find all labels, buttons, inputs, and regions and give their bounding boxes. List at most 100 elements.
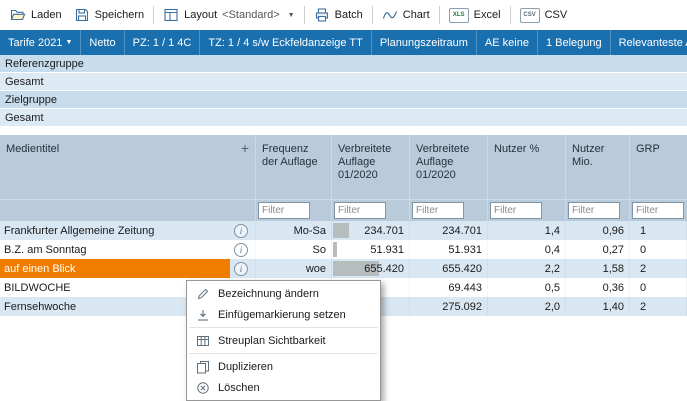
- filter-cell-grp: [630, 200, 687, 221]
- csv-file-icon: CSV: [520, 8, 540, 23]
- filter-input-nutzer-pct[interactable]: [490, 202, 542, 219]
- column-header-verbreitete-auflage-1[interactable]: Verbreitete Auflage 01/2020: [332, 135, 410, 199]
- referenzgruppe-row[interactable]: Referenzgruppe: [0, 55, 687, 73]
- open-folder-icon: [10, 7, 26, 23]
- filter-input-grp[interactable]: [632, 202, 684, 219]
- filter-input-auflage-2[interactable]: [412, 202, 464, 219]
- column-header-nutzer-mio[interactable]: Nutzer Mio.: [566, 135, 630, 199]
- filter-cell-nutzer-pct: [488, 200, 566, 221]
- referenzgruppe-value-row[interactable]: Gesamt: [0, 73, 687, 91]
- info-icon[interactable]: i: [234, 243, 248, 257]
- column-header-grp[interactable]: GRP: [630, 135, 687, 199]
- menu-item-duplizieren[interactable]: Duplizieren: [187, 356, 380, 377]
- grp-cell: 2: [630, 259, 687, 278]
- auflage-2-cell: 69.443: [410, 278, 488, 297]
- menu-item-streuplan-sichtbarkeit[interactable]: Streuplan Sichtbarkeit: [187, 330, 380, 351]
- layout-icon: [163, 7, 179, 23]
- table-row[interactable]: Frankfurter Allgemeine Zeitung i Mo-Sa 2…: [0, 221, 687, 240]
- toolbar-separator: [372, 6, 373, 24]
- toolbar-separator: [439, 6, 440, 24]
- filter-input-auflage-1[interactable]: [334, 202, 386, 219]
- nutzer-pct-cell: 0,4: [488, 240, 566, 259]
- layout-button[interactable]: Layout <Standard> ▼: [157, 4, 300, 26]
- menu-item-einfuegemarkierung-setzen[interactable]: Einfügemarkierung setzen: [187, 304, 380, 325]
- menu-item-loeschen[interactable]: Löschen: [187, 377, 380, 398]
- grp-cell: 0: [630, 278, 687, 297]
- auflage-1-cell: 51.931: [332, 240, 410, 259]
- column-header-verbreitete-auflage-2[interactable]: Verbreitete Auflage 01/2020: [410, 135, 488, 199]
- nutzer-pct-cell: 0,5: [488, 278, 566, 297]
- grp-cell: 0: [630, 240, 687, 259]
- add-column-icon[interactable]: +: [241, 143, 249, 154]
- chart-wave-icon: [382, 7, 398, 23]
- xls-file-icon: XLS: [449, 8, 469, 23]
- auflage-1-value: 51.931: [370, 244, 404, 256]
- toolbar-separator: [510, 6, 511, 24]
- auflage-1-cell: 655.420: [332, 259, 410, 278]
- info-icon[interactable]: i: [234, 262, 248, 276]
- tarife-dropdown[interactable]: Tarife 2021 ▼: [0, 30, 81, 55]
- nutzer-pct-cell: 2,2: [488, 259, 566, 278]
- netto-label: Netto: [89, 37, 115, 49]
- chart-button[interactable]: Chart: [376, 4, 436, 26]
- info-icon[interactable]: i: [234, 224, 248, 238]
- printer-icon: [314, 7, 330, 23]
- load-button[interactable]: Laden: [4, 4, 68, 26]
- menu-item-label: Streuplan Sichtbarkeit: [218, 335, 326, 347]
- menu-item-bezeichnung-aendern[interactable]: Bezeichnung ändern: [187, 283, 380, 304]
- menu-item-label: Löschen: [218, 382, 260, 394]
- chevron-down-icon[interactable]: ▼: [288, 12, 295, 19]
- zielgruppe-row[interactable]: Zielgruppe: [0, 91, 687, 109]
- auflage-2-cell: 234.701: [410, 221, 488, 240]
- nutzer-mio-cell: 0,27: [566, 240, 630, 259]
- grp-cell: 1: [630, 221, 687, 240]
- filter-cell-nutzer-mio: [566, 200, 630, 221]
- filter-input-frequenz[interactable]: [258, 202, 310, 219]
- column-header-medientitel[interactable]: Medientitel +: [0, 135, 256, 199]
- nutzer-mio-cell: 1,58: [566, 259, 630, 278]
- column-header-nutzer-pct[interactable]: Nutzer %: [488, 135, 566, 199]
- csv-export-button[interactable]: CSV CSV: [514, 5, 574, 26]
- table-row-selected[interactable]: auf einen Blick i woe 655.420 655.420 2,…: [0, 259, 687, 278]
- batch-button[interactable]: Batch: [308, 4, 369, 26]
- zielgruppe-value-row[interactable]: Gesamt: [0, 109, 687, 127]
- belegung-button[interactable]: 1 Belegung: [538, 30, 611, 55]
- save-button[interactable]: Speichern: [68, 4, 151, 26]
- netto-button[interactable]: Netto: [81, 30, 124, 55]
- auflage-2-cell: 275.092: [410, 297, 488, 316]
- relevanteste-auflage-dropdown[interactable]: Relevanteste Auflage ▼: [611, 30, 687, 55]
- zielgruppe-value: Gesamt: [5, 112, 44, 124]
- column-header-frequenz[interactable]: Frequenz der Auflage: [256, 135, 332, 199]
- nutzer-mio-cell: 1,40: [566, 297, 630, 316]
- filter-cell-frequenz: [256, 200, 332, 221]
- planungszeitraum-button[interactable]: Planungszeitraum: [372, 30, 477, 55]
- nutzer-pct-cell: 1,4: [488, 221, 566, 240]
- referenzgruppe-value: Gesamt: [5, 76, 44, 88]
- excel-export-button[interactable]: XLS Excel: [443, 5, 507, 26]
- media-title-cell: Frankfurter Allgemeine Zeitung i: [0, 221, 256, 240]
- menu-item-label: Bezeichnung ändern: [218, 288, 319, 300]
- media-title: B.Z. am Sonntag: [0, 240, 230, 259]
- toolbar-separator: [153, 6, 154, 24]
- pz-label: PZ: 1 / 1 4C: [133, 37, 192, 49]
- frequenz-cell: So: [256, 240, 332, 259]
- save-icon: [74, 7, 90, 23]
- ae-label: AE keine: [485, 37, 529, 49]
- nutzer-mio-cell: 0,96: [566, 221, 630, 240]
- nutzer-pct-cell: 2,0: [488, 297, 566, 316]
- pencil-icon: [196, 287, 210, 301]
- medientitel-header-label: Medientitel: [6, 143, 59, 156]
- filter-row: [0, 199, 687, 221]
- tz-button[interactable]: TZ: 1 / 4 s/w Eckfeldanzeige TT: [200, 30, 371, 55]
- media-title: Frankfurter Allgemeine Zeitung: [0, 221, 230, 240]
- layout-selected-value: <Standard>: [222, 9, 280, 21]
- frequenz-cell: Mo-Sa: [256, 221, 332, 240]
- media-title-cell: B.Z. am Sonntag i: [0, 240, 256, 259]
- ae-button[interactable]: AE keine: [477, 30, 538, 55]
- table-row[interactable]: B.Z. am Sonntag i So 51.931 51.931 0,4 0…: [0, 240, 687, 259]
- filter-input-nutzer-mio[interactable]: [568, 202, 620, 219]
- referenzgruppe-label: Referenzgruppe: [5, 58, 84, 70]
- planungszeitraum-label: Planungszeitraum: [380, 37, 468, 49]
- menu-item-label: Duplizieren: [218, 361, 273, 373]
- pz-button[interactable]: PZ: 1 / 1 4C: [125, 30, 201, 55]
